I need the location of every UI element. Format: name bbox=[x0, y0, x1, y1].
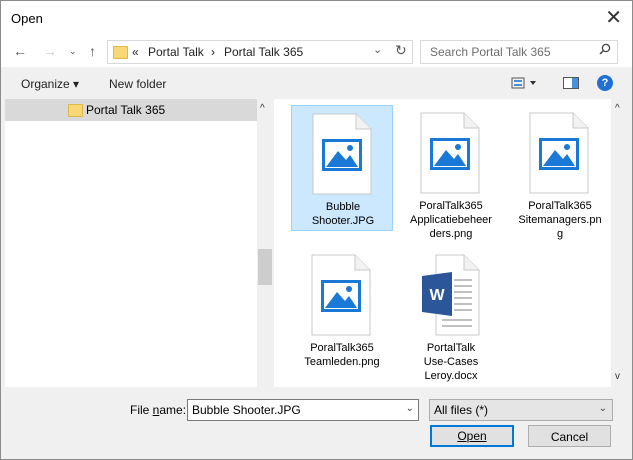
file-list-scrollbar[interactable]: ^ v bbox=[611, 99, 628, 387]
file-type-select[interactable]: All files (*) ⌄ bbox=[429, 399, 613, 421]
file-item-bubble-shooter[interactable]: Bubble Shooter.JPG bbox=[291, 105, 393, 231]
file-name: PortalTalk Use-Cases Leroy.docx bbox=[423, 342, 479, 382]
open-button[interactable]: Open bbox=[430, 425, 514, 447]
folder-icon bbox=[68, 104, 83, 117]
scroll-up-icon[interactable]: ^ bbox=[260, 103, 265, 114]
file-name-accesskey: n bbox=[152, 403, 160, 417]
new-folder-button[interactable]: New folder bbox=[109, 77, 166, 91]
file-name-input[interactable]: Bubble Shooter.JPG ⌄ bbox=[187, 399, 419, 421]
back-arrow-icon[interactable]: ← bbox=[13, 43, 27, 59]
command-toolbar: Organize ▾ New folder ? bbox=[1, 69, 632, 97]
scroll-up-icon[interactable]: ^ bbox=[615, 103, 620, 114]
image-file-icon bbox=[420, 112, 480, 194]
file-name-value: Bubble Shooter.JPG bbox=[192, 403, 301, 417]
file-list: Bubble Shooter.JPG PoralTalk365 Applicatie… bbox=[274, 99, 611, 387]
image-file-icon bbox=[529, 112, 589, 194]
breadcrumb-separator: › bbox=[211, 45, 215, 59]
folder-icon bbox=[113, 46, 128, 59]
breadcrumb-portal-talk-365[interactable]: Portal Talk 365 bbox=[224, 45, 303, 59]
search-placeholder: Search Portal Talk 365 bbox=[430, 45, 551, 59]
file-item-use-cases-docx[interactable]: W PortalTalk Use-Cases Leroy.docx bbox=[400, 247, 502, 382]
nav-item-label: Portal Talk 365 bbox=[86, 103, 166, 117]
nav-item-portal-talk-365[interactable]: Portal Talk 365 bbox=[5, 99, 257, 121]
file-type-value: All files (*) bbox=[434, 403, 489, 417]
view-options-icon[interactable] bbox=[511, 76, 539, 93]
file-name: PoralTalk365 Teamleden.png bbox=[304, 342, 380, 368]
organize-label: Organize bbox=[21, 77, 70, 91]
navigation-pane-scrollbar[interactable]: ^ bbox=[257, 99, 273, 387]
navigation-pane: Portal Talk 365 bbox=[5, 99, 257, 387]
chevron-down-icon[interactable]: ⌄ bbox=[373, 43, 382, 56]
search-icon[interactable] bbox=[599, 43, 611, 58]
navigation-bar: ← → ⌄ ↑ « Portal Talk › Portal Talk 365 … bbox=[1, 37, 632, 67]
refresh-icon[interactable]: ↻ bbox=[395, 42, 407, 59]
file-name: Bubble Shooter.JPG bbox=[311, 201, 375, 227]
svg-text:W: W bbox=[429, 287, 445, 304]
dialog-footer: File name: Bubble Shooter.JPG ⌄ All file… bbox=[1, 389, 632, 459]
up-arrow-icon[interactable]: ↑ bbox=[89, 43, 96, 59]
scrollbar-thumb[interactable] bbox=[258, 249, 272, 285]
open-dialog: Open ✕ ← → ⌄ ↑ « Portal Talk › Portal Ta… bbox=[0, 0, 633, 460]
image-file-icon bbox=[311, 254, 371, 336]
file-name-label: File name: bbox=[130, 403, 187, 417]
file-item-applicatiebeheerders[interactable]: PoralTalk365 Applicatiebeheer ders.png bbox=[400, 105, 502, 240]
chevron-down-icon: ⌄ bbox=[598, 403, 607, 414]
breadcrumb-overflow[interactable]: « bbox=[132, 45, 139, 59]
file-name: PoralTalk365 Sitemanagers.pn g bbox=[518, 200, 602, 240]
breadcrumb-portal-talk[interactable]: Portal Talk bbox=[148, 45, 204, 59]
forward-arrow-icon[interactable]: → bbox=[43, 43, 57, 59]
recent-locations-chevron-icon[interactable]: ⌄ bbox=[69, 46, 77, 57]
title-bar: Open ✕ bbox=[1, 1, 632, 37]
image-file-icon bbox=[312, 113, 372, 195]
word-document-icon: W bbox=[420, 254, 480, 336]
file-item-teamleden[interactable]: PoralTalk365 Teamleden.png bbox=[291, 247, 393, 373]
cancel-button[interactable]: Cancel bbox=[528, 425, 611, 447]
dialog-title: Open bbox=[11, 11, 43, 26]
organize-button[interactable]: Organize ▾ bbox=[21, 77, 79, 91]
file-item-sitemanagers[interactable]: PoralTalk365 Sitemanagers.pn g bbox=[509, 105, 611, 240]
search-input[interactable]: Search Portal Talk 365 bbox=[420, 40, 618, 64]
file-name: PoralTalk365 Applicatiebeheer ders.png bbox=[410, 200, 492, 240]
preview-pane-icon[interactable] bbox=[563, 76, 579, 93]
help-icon[interactable]: ? bbox=[597, 75, 613, 91]
close-icon[interactable]: ✕ bbox=[605, 6, 622, 30]
address-bar[interactable]: « Portal Talk › Portal Talk 365 ⌄ ↻ bbox=[107, 40, 413, 64]
scroll-down-icon[interactable]: v bbox=[615, 371, 620, 382]
chevron-down-icon[interactable]: ⌄ bbox=[406, 403, 414, 414]
